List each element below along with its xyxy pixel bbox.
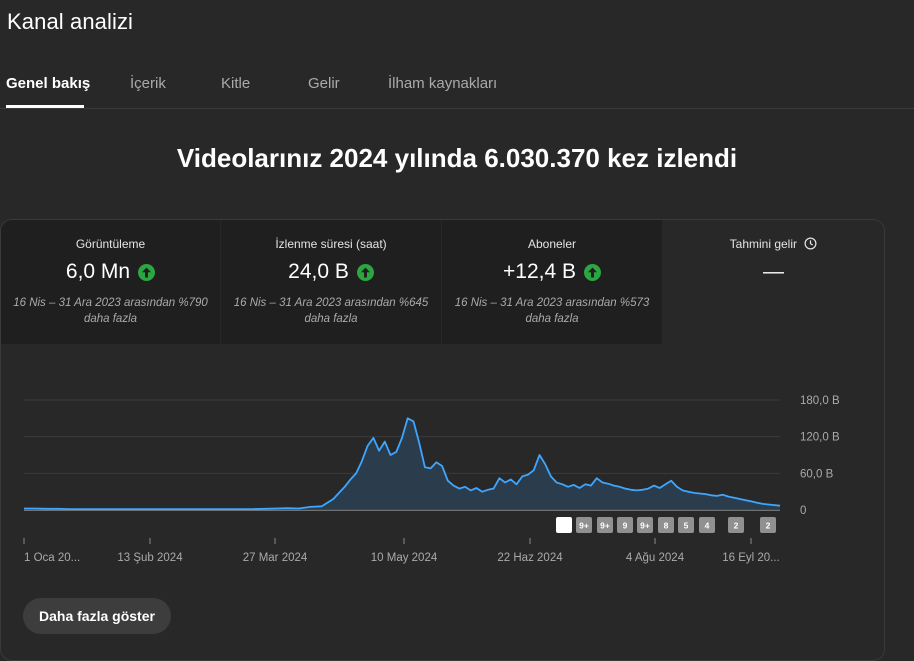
metric-label-row: Tahmini gelir	[663, 237, 884, 251]
x-tick-label: 13 Şub 2024	[117, 552, 183, 564]
metric-value-row: +12,4 B	[442, 260, 662, 284]
metric-label: Görüntüleme	[75, 237, 146, 251]
event-marker-count: 9+	[600, 521, 610, 531]
x-tick-label: 16 Eyl 20...	[722, 552, 780, 564]
metric-estimated-revenue[interactable]: Tahmini gelir —	[663, 220, 884, 344]
metric-value-row: 24,0 B	[221, 260, 441, 284]
tab-revenue[interactable]: Gelir	[308, 75, 340, 92]
metric-label: İzlenme süresi (saat)	[275, 237, 387, 251]
metric-label: Tahmini gelir	[729, 237, 797, 251]
event-marker[interactable]: 9	[617, 517, 633, 533]
event-marker-count: 2	[734, 521, 739, 531]
trend-up-icon	[583, 263, 601, 281]
metric-comparison-note: 16 Nis – 31 Ara 2023 arasından %645 daha…	[233, 297, 429, 325]
x-tick-label: 10 May 2024	[371, 552, 438, 564]
metric-comparison-note: 16 Nis – 31 Ara 2023 arasından %573 daha…	[454, 297, 650, 325]
event-marker[interactable]: 5	[678, 517, 694, 533]
show-more-button[interactable]: Daha fazla göster	[23, 598, 171, 634]
overview-card: Görüntüleme 6,0 Mn 16 Nis – 31 Ara 2023 …	[0, 219, 885, 661]
event-marker-count: 4	[705, 521, 710, 531]
metric-value: 6,0 Mn	[65, 260, 131, 283]
event-marker[interactable]: 9+	[637, 517, 653, 533]
y-tick-label: 0	[800, 505, 806, 517]
event-marker[interactable]: 4	[699, 517, 715, 533]
event-marker-count: 5	[684, 521, 689, 531]
metric-label: Aboneler	[527, 237, 577, 251]
event-marker[interactable]: 8	[658, 517, 674, 533]
y-tick-label: 180,0 B	[800, 395, 840, 407]
event-marker-count: 8	[664, 521, 669, 531]
x-tick-label: 1 Oca 20...	[24, 552, 80, 564]
event-marker[interactable]: 9+	[576, 517, 592, 533]
tab-content[interactable]: İçerik	[130, 75, 166, 92]
trend-up-icon	[138, 263, 156, 281]
metric-subscribers[interactable]: Aboneler +12,4 B 16 Nis – 31 Ara 2023 ar…	[442, 220, 662, 344]
metrics-row: Görüntüleme 6,0 Mn 16 Nis – 31 Ara 2023 …	[1, 220, 884, 344]
x-tick-label: 22 Haz 2024	[497, 552, 563, 564]
metric-value: —	[763, 260, 784, 283]
metric-value: 24,0 B	[288, 260, 349, 283]
metric-value-row: 6,0 Mn	[1, 260, 220, 284]
event-marker-count: 2	[766, 521, 771, 531]
event-marker[interactable]: 9+	[597, 517, 613, 533]
event-marker-count: 9+	[640, 521, 650, 531]
event-marker[interactable]: 2	[728, 517, 744, 533]
tab-inspiration[interactable]: İlham kaynakları	[388, 75, 497, 92]
event-marker[interactable]	[556, 517, 572, 533]
event-marker-count: 9+	[579, 521, 589, 531]
event-marker-box	[556, 517, 572, 533]
event-marker-count: 9	[623, 521, 628, 531]
event-marker[interactable]: 2	[760, 517, 776, 533]
page-title: Kanal analizi	[7, 9, 134, 34]
metric-views[interactable]: Görüntüleme 6,0 Mn 16 Nis – 31 Ara 2023 …	[1, 220, 220, 344]
metric-comparison-note: 16 Nis – 31 Ara 2023 arasından %790 daha…	[13, 297, 208, 325]
y-tick-label: 60,0 B	[800, 468, 834, 480]
tab-bar: Genel bakış İçerik Kitle Gelir İlham kay…	[0, 62, 914, 109]
x-tick-label: 27 Mar 2024	[243, 552, 308, 564]
y-tick-label: 120,0 B	[800, 432, 840, 444]
metric-watch-time[interactable]: İzlenme süresi (saat) 24,0 B 16 Nis – 31…	[221, 220, 441, 344]
trend-up-icon	[356, 263, 374, 281]
metric-value: +12,4 B	[503, 260, 576, 283]
tab-overview[interactable]: Genel bakış	[6, 75, 90, 92]
clock-icon	[804, 237, 817, 250]
views-area	[24, 418, 780, 510]
tab-audience[interactable]: Kitle	[221, 75, 250, 92]
year-summary-headline: Videolarınız 2024 yılında 6.030.370 kez …	[176, 143, 738, 173]
x-tick-label: 4 Ağu 2024	[626, 552, 685, 564]
metric-value-row: —	[663, 260, 884, 284]
active-tab-indicator	[6, 105, 84, 108]
